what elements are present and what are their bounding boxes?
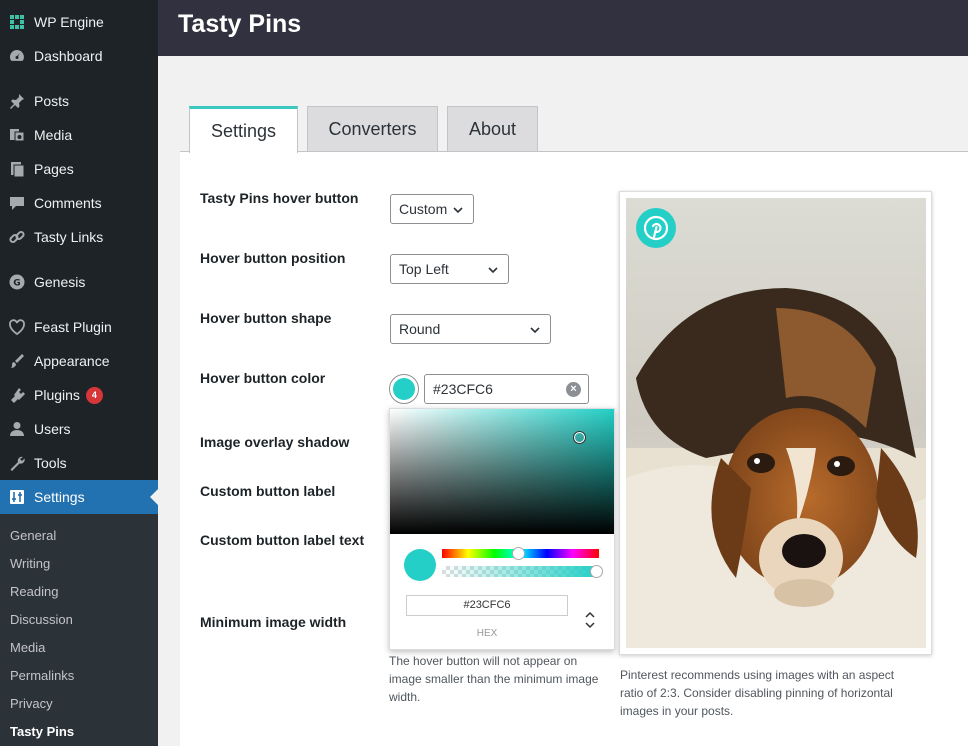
color-swatch-button[interactable] xyxy=(389,374,419,404)
menu-media[interactable]: Media xyxy=(0,118,158,152)
tab-settings[interactable]: Settings xyxy=(189,106,298,153)
genesis-icon: G xyxy=(0,273,34,291)
menu-label: Plugins xyxy=(34,387,80,403)
menu-label: Comments xyxy=(34,195,102,211)
color-hex-input[interactable]: #23CFC6 xyxy=(424,374,589,404)
page-title: Tasty Pins xyxy=(178,10,302,38)
wp-engine-icon xyxy=(0,13,34,31)
menu-comments[interactable]: Comments xyxy=(0,186,158,220)
menu-wp-engine[interactable]: WP Engine xyxy=(0,5,158,39)
menu-label: Feast Plugin xyxy=(34,319,112,335)
overlay-label: Image overlay shadow xyxy=(200,434,350,450)
menu-label: WP Engine xyxy=(34,14,104,30)
user-icon xyxy=(0,420,34,438)
menu-label: Pages xyxy=(34,161,74,177)
menu-feast-plugin[interactable]: Feast Plugin xyxy=(0,310,158,344)
brush-icon xyxy=(0,352,34,370)
custom-label-text-label: Custom button label text xyxy=(200,532,365,548)
menu-label: Appearance xyxy=(34,353,110,369)
menu-label: Dashboard xyxy=(34,48,103,64)
settings-icon xyxy=(0,488,34,506)
pinterest-hover-button[interactable] xyxy=(636,208,676,248)
chevron-down-icon xyxy=(488,267,498,274)
color-picker-popup: #23CFC6 HEX xyxy=(389,408,615,650)
saturation-area[interactable] xyxy=(390,409,614,534)
shape-select[interactable]: Round xyxy=(390,314,551,344)
submenu-privacy[interactable]: Privacy xyxy=(10,696,53,711)
menu-label: Media xyxy=(34,127,73,143)
submenu-discussion[interactable]: Discussion xyxy=(10,612,73,627)
menu-appearance[interactable]: Appearance xyxy=(0,344,158,378)
menu-dashboard[interactable]: Dashboard xyxy=(0,39,158,73)
min-width-label: Minimum image width xyxy=(200,614,347,630)
menu-tasty-links[interactable]: Tasty Links xyxy=(0,220,158,254)
dashboard-icon xyxy=(0,47,34,65)
submenu-tasty-pins[interactable]: Tasty Pins xyxy=(10,724,74,739)
color-swatch xyxy=(393,378,415,400)
menu-label: Tools xyxy=(34,455,67,471)
wrench-icon xyxy=(0,454,34,472)
submenu-permalinks[interactable]: Permalinks xyxy=(10,668,74,683)
position-select[interactable]: Top Left xyxy=(390,254,509,284)
dog-photo xyxy=(626,198,926,648)
picker-mode-label: HEX xyxy=(476,628,498,639)
hue-handle[interactable] xyxy=(512,547,525,560)
page-header: Tasty Pins xyxy=(158,0,968,56)
picker-hex-field[interactable]: #23CFC6 xyxy=(406,595,568,616)
menu-label: Genesis xyxy=(34,274,86,290)
alpha-handle[interactable] xyxy=(590,565,603,578)
update-count-badge: 4 xyxy=(85,386,103,404)
chevron-down-icon xyxy=(453,207,463,214)
plugin-icon xyxy=(0,386,34,404)
shape-value: Round xyxy=(399,321,441,337)
menu-plugins[interactable]: Plugins 4 xyxy=(0,378,158,412)
submenu-general[interactable]: General xyxy=(10,528,56,543)
hover-button-select[interactable]: Custom xyxy=(390,194,474,224)
submenu-writing[interactable]: Writing xyxy=(10,556,50,571)
pages-icon xyxy=(0,160,34,178)
submenu-media[interactable]: Media xyxy=(10,640,45,655)
heart-icon xyxy=(0,318,34,336)
alpha-slider[interactable] xyxy=(442,566,599,577)
menu-tools[interactable]: Tools xyxy=(0,446,158,480)
menu-genesis[interactable]: G Genesis xyxy=(0,265,158,299)
hover-button-value: Custom xyxy=(399,201,448,217)
preview-frame xyxy=(619,191,932,655)
pinterest-icon xyxy=(643,215,669,241)
menu-settings[interactable]: Settings xyxy=(0,480,158,514)
svg-text:G: G xyxy=(13,279,20,289)
aspect-ratio-note: Pinterest recommends using images with a… xyxy=(620,668,895,718)
tab-about[interactable]: About xyxy=(447,106,538,152)
comments-icon xyxy=(0,194,34,212)
position-label: Hover button position xyxy=(200,250,346,266)
media-icon xyxy=(0,126,34,144)
custom-label-label: Custom button label xyxy=(200,483,336,499)
menu-pages[interactable]: Pages xyxy=(0,152,158,186)
hover-button-label: Tasty Pins hover button xyxy=(200,190,359,206)
position-value: Top Left xyxy=(399,261,449,277)
color-preview xyxy=(404,549,436,581)
clear-icon[interactable]: × xyxy=(566,382,581,397)
link-icon xyxy=(0,228,34,246)
chevron-down-icon xyxy=(530,327,540,334)
menu-label: Users xyxy=(34,421,71,437)
submenu-reading[interactable]: Reading xyxy=(10,584,58,599)
mode-toggle-icon[interactable] xyxy=(584,609,596,631)
color-label: Hover button color xyxy=(200,370,326,386)
saturation-handle[interactable] xyxy=(573,431,586,444)
menu-label: Posts xyxy=(34,93,70,109)
menu-label: Tasty Links xyxy=(34,229,104,245)
settings-submenu: General Writing Reading Discussion Media… xyxy=(0,514,158,746)
pin-icon xyxy=(0,92,34,110)
admin-sidebar: WP Engine Dashboard Posts Media Pages Co… xyxy=(0,0,158,746)
menu-posts[interactable]: Posts xyxy=(0,84,158,118)
shape-label: Hover button shape xyxy=(200,310,332,326)
tab-converters[interactable]: Converters xyxy=(307,106,438,152)
menu-label: Settings xyxy=(34,489,85,505)
min-width-help: The hover button will not appear on imag… xyxy=(389,654,599,704)
menu-users[interactable]: Users xyxy=(0,412,158,446)
